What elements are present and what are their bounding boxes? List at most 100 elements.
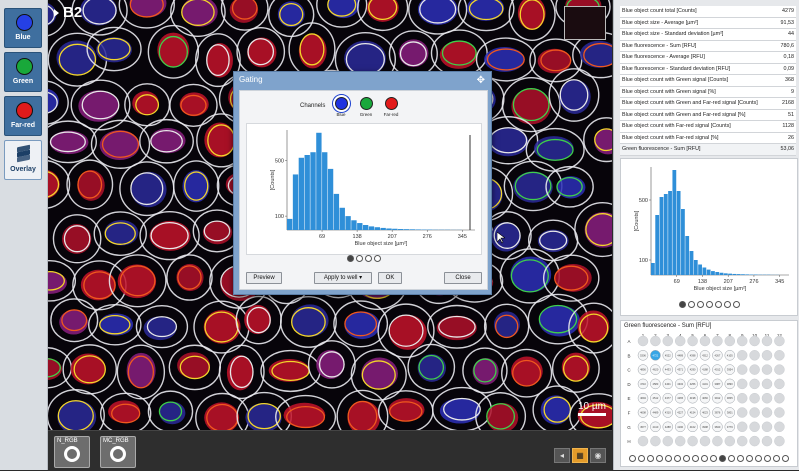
plate-well[interactable]	[638, 336, 648, 346]
stat-name: Blue fluorescence - Sum [RFU]	[622, 41, 696, 52]
plate-well[interactable]	[700, 336, 710, 346]
plate-well[interactable]	[650, 336, 660, 346]
stat-name: Blue object size - Standard deviation [µ…	[622, 29, 723, 40]
gating-channel-label: Blue	[330, 112, 352, 117]
plate-well[interactable]	[762, 379, 772, 389]
gating-channel-green[interactable]: Green	[355, 97, 377, 117]
plate-well[interactable]	[725, 336, 735, 346]
plate-well[interactable]	[762, 336, 772, 346]
channel-overlay-button[interactable]: Overlay	[4, 140, 42, 180]
plate-well[interactable]	[750, 350, 760, 360]
stat-row[interactable]: Blue object count with Green and Far-red…	[620, 110, 796, 122]
gating-channel-farred[interactable]: Far-red	[380, 97, 402, 117]
plate-well[interactable]	[774, 350, 784, 360]
apply-to-well-button[interactable]: Apply to well ▾	[314, 272, 372, 284]
minimap[interactable]	[564, 6, 606, 40]
gating-pager[interactable]	[240, 255, 487, 262]
stat-row[interactable]: Green fluorescence - Sum [RFU]53,06	[620, 144, 796, 156]
plate-well[interactable]	[774, 408, 784, 418]
plate-well[interactable]	[750, 408, 760, 418]
stat-row[interactable]: Blue object count total [Counts]4279	[620, 6, 796, 18]
grid-icon[interactable]: ▦	[572, 448, 588, 463]
plate-well[interactable]	[675, 436, 685, 446]
plate-well[interactable]	[712, 436, 722, 446]
plate-well[interactable]	[675, 336, 685, 346]
close-button[interactable]: Close	[444, 272, 482, 284]
dialog-body: Channels Blue Green Far-red 691382072763…	[239, 90, 488, 290]
stat-row[interactable]: Blue fluorescence - Average [RFU]0,18	[620, 52, 796, 64]
view-buttons: ◂▦◉	[552, 445, 606, 459]
plate-well[interactable]	[774, 393, 784, 403]
plate-well[interactable]	[774, 422, 784, 432]
plate-well[interactable]	[725, 436, 735, 446]
histogram-bar	[398, 229, 403, 230]
channel-farred-button[interactable]: Far-red	[4, 96, 42, 136]
side-histogram[interactable]: 69138207276345500100Blue object size [µm…	[620, 158, 798, 316]
stat-row[interactable]: Blue object count with Green and Far-red…	[620, 98, 796, 110]
gating-histogram[interactable]: 69138207276345500100Blue object size [µm…	[246, 123, 482, 255]
plate-well[interactable]	[750, 365, 760, 375]
preview-button[interactable]: Preview	[246, 272, 282, 284]
well-name: B2	[63, 4, 82, 21]
plate-well[interactable]	[750, 422, 760, 432]
plate-well[interactable]	[762, 393, 772, 403]
side-histogram-pager[interactable]	[621, 301, 797, 308]
plate-well[interactable]	[663, 336, 673, 346]
channel-blue-label: Blue	[5, 34, 41, 41]
plate-well[interactable]	[737, 336, 747, 346]
camera-icon[interactable]: ◉	[590, 448, 606, 463]
stat-row[interactable]: Blue object size - Average [µm²]91,53	[620, 18, 796, 30]
plate-well[interactable]	[650, 436, 660, 446]
plate-well[interactable]	[737, 408, 747, 418]
scale-bar: 10 µm	[578, 401, 606, 416]
stat-row[interactable]: Blue object count with Green signal [Cou…	[620, 75, 796, 87]
plate-well[interactable]	[750, 379, 760, 389]
plate-well[interactable]	[737, 379, 747, 389]
stat-row[interactable]: Blue object count with Green signal [%]9	[620, 87, 796, 99]
stat-row[interactable]: Blue fluorescence - Standard deviation […	[620, 64, 796, 76]
plate-well[interactable]	[774, 336, 784, 346]
stat-row[interactable]: Blue fluorescence - Sum [RFU]780,6	[620, 41, 796, 53]
plate-well[interactable]	[762, 422, 772, 432]
plate-well[interactable]	[737, 436, 747, 446]
plate-well[interactable]	[688, 436, 698, 446]
plate-pager[interactable]	[621, 455, 797, 462]
thumbnail-mc-rgb[interactable]: MC_RGB	[100, 436, 136, 468]
plate-well[interactable]	[737, 422, 747, 432]
plate-well[interactable]	[638, 436, 648, 446]
plate-well[interactable]	[774, 365, 784, 375]
layers-icon	[17, 146, 31, 162]
plate-grid[interactable]: 123456789101112ABCDEFGH53064721452244894…	[621, 331, 797, 463]
stat-row[interactable]: Blue object count with Far-red signal [%…	[620, 133, 796, 145]
stat-value: 0,18	[784, 52, 795, 63]
plate-well[interactable]	[688, 336, 698, 346]
plate-well[interactable]	[737, 393, 747, 403]
collapse-icon[interactable]: ◂	[554, 448, 570, 463]
plate-well[interactable]	[750, 436, 760, 446]
plate-well[interactable]	[762, 365, 772, 375]
stat-row[interactable]: Blue object size - Standard deviation [µ…	[620, 29, 796, 41]
plate-well[interactable]	[737, 350, 747, 360]
ok-button[interactable]: OK	[378, 272, 402, 284]
plate-well[interactable]	[774, 436, 784, 446]
plate-well[interactable]	[762, 408, 772, 418]
histogram-bar	[340, 208, 345, 230]
plate-well[interactable]	[762, 350, 772, 360]
plate-well[interactable]	[712, 336, 722, 346]
histogram-bar	[416, 229, 421, 230]
gating-channel-blue[interactable]: Blue	[330, 97, 352, 117]
channel-blue-button[interactable]: Blue	[4, 8, 42, 48]
plate-well-value: 4620	[653, 368, 659, 372]
plate-well[interactable]	[700, 436, 710, 446]
plate-well[interactable]	[750, 393, 760, 403]
plate-well[interactable]	[774, 379, 784, 389]
plate-well-value: 4489	[653, 411, 659, 415]
plate-well[interactable]	[737, 365, 747, 375]
plate-well[interactable]	[663, 436, 673, 446]
plate-well[interactable]	[750, 336, 760, 346]
move-icon[interactable]: ✥	[477, 75, 485, 86]
thumbnail-n-rgb[interactable]: N_RGB	[54, 436, 90, 468]
plate-well[interactable]	[762, 436, 772, 446]
channel-green-button[interactable]: Green	[4, 52, 42, 92]
stat-row[interactable]: Blue object count with Far-red signal [C…	[620, 121, 796, 133]
